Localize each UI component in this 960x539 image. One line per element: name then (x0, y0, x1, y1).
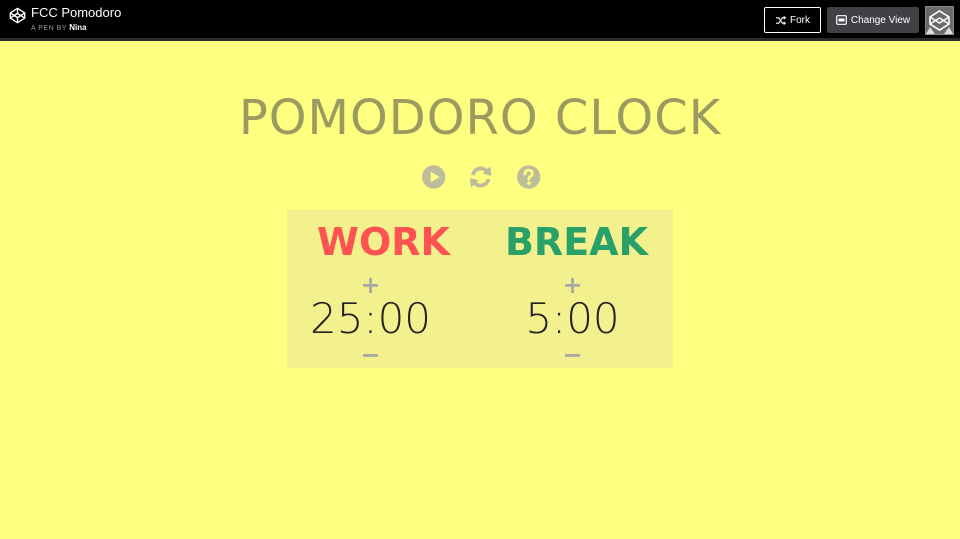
pen-title[interactable]: FCC Pomodoro (31, 5, 121, 21)
change-view-button[interactable]: Change View (827, 7, 919, 33)
app-title: POMODORO CLOCK (238, 90, 722, 146)
help-icon[interactable] (516, 164, 541, 190)
clock-controls (421, 164, 541, 192)
work-column: WORK + 25:00 − (287, 210, 480, 368)
break-time: 5:00 (525, 294, 620, 343)
change-view-label: Change View (850, 14, 911, 26)
avatar-icon (926, 10, 953, 34)
break-column: BREAK + 5:00 − (480, 210, 673, 368)
work-time: 25:00 (309, 294, 432, 343)
pen-author[interactable]: Nina (69, 23, 86, 32)
pen-author-line: A PEN BY Nina (31, 23, 87, 34)
codepen-logo-icon[interactable] (9, 7, 26, 24)
pen-by-prefix: A PEN BY (31, 25, 67, 32)
break-decrease-button[interactable]: − (476, 343, 669, 367)
refresh-icon[interactable] (468, 164, 493, 190)
timer-panel: WORK + 25:00 − BREAK + 5:00 − (287, 210, 673, 368)
break-increase-button[interactable]: + (476, 273, 669, 297)
work-increase-button[interactable]: + (274, 273, 467, 297)
work-label: WORK (317, 220, 450, 264)
fork-button[interactable]: Fork (764, 7, 821, 33)
work-decrease-button[interactable]: − (274, 343, 467, 367)
fork-label: Fork (790, 14, 810, 26)
play-icon[interactable] (421, 164, 446, 190)
user-avatar[interactable] (925, 6, 954, 35)
break-label: BREAK (504, 220, 649, 264)
fork-icon (776, 15, 786, 25)
codepen-header: FCC Pomodoro A PEN BY Nina Fork Change V… (0, 0, 960, 41)
layout-icon (835, 15, 847, 25)
